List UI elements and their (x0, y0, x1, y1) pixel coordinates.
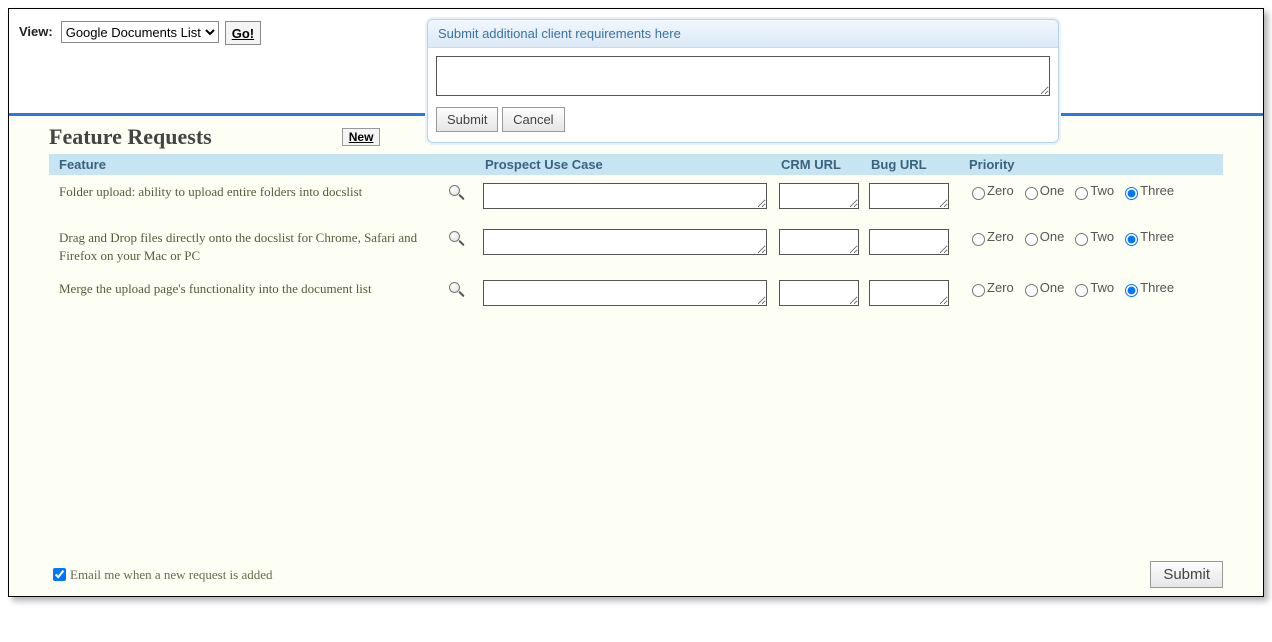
priority-option[interactable]: Three (1120, 229, 1174, 244)
crm-url-input[interactable] (779, 183, 859, 209)
bug-url-input[interactable] (869, 183, 949, 209)
priority-radio[interactable] (1025, 284, 1038, 297)
col-header-bug: Bug URL (871, 157, 969, 172)
priority-radio[interactable] (972, 187, 985, 200)
priority-radio[interactable] (1075, 233, 1088, 246)
priority-group: Zero One Two Three (967, 280, 1223, 297)
prospect-input[interactable] (483, 229, 767, 255)
magnify-cell (449, 229, 483, 251)
table-row: Merge the upload page's functionality in… (49, 272, 1223, 318)
priority-option[interactable]: One (1020, 229, 1065, 244)
col-header-priority: Priority (969, 157, 1223, 172)
go-button[interactable]: Go! (225, 21, 261, 45)
requirements-submit-button[interactable]: Submit (436, 107, 498, 132)
magnify-cell (449, 183, 483, 205)
content-area: Feature Requests New Feature Prospect Us… (9, 116, 1263, 596)
app-frame: View: Google Documents List Go! Submit a… (8, 8, 1264, 597)
priority-radio[interactable] (1125, 233, 1138, 246)
priority-group: Zero One Two Three (967, 229, 1223, 246)
priority-option[interactable]: One (1020, 280, 1065, 295)
priority-radio[interactable] (1025, 187, 1038, 200)
priority-option[interactable]: Zero (967, 183, 1014, 198)
requirements-panel-title: Submit additional client requirements he… (428, 20, 1058, 48)
table-header: Feature Prospect Use Case CRM URL Bug UR… (49, 154, 1223, 175)
priority-radio[interactable] (1125, 284, 1138, 297)
priority-group: Zero One Two Three (967, 183, 1223, 200)
feature-text: Drag and Drop files directly onto the do… (49, 229, 449, 264)
requirements-panel-body: Submit Cancel (428, 48, 1058, 142)
priority-option[interactable]: Two (1070, 280, 1114, 295)
table-row: Folder upload: ability to upload entire … (49, 175, 1223, 221)
magnify-icon[interactable] (449, 185, 465, 201)
prospect-input[interactable] (483, 280, 767, 306)
magnify-icon[interactable] (449, 282, 465, 298)
priority-radio[interactable] (1025, 233, 1038, 246)
email-checkbox[interactable] (53, 568, 66, 581)
view-select[interactable]: Google Documents List (61, 21, 219, 43)
col-header-prospect: Prospect Use Case (485, 157, 781, 172)
submit-button[interactable]: Submit (1150, 561, 1223, 588)
magnify-icon[interactable] (449, 231, 465, 247)
crm-url-input[interactable] (779, 280, 859, 306)
prospect-input[interactable] (483, 183, 767, 209)
crm-url-input[interactable] (779, 229, 859, 255)
email-label: Email me when a new request is added (70, 567, 273, 583)
priority-radio[interactable] (1075, 284, 1088, 297)
priority-radio[interactable] (972, 284, 985, 297)
priority-option[interactable]: Three (1120, 183, 1174, 198)
feature-text: Folder upload: ability to upload entire … (49, 183, 449, 201)
requirements-cancel-button[interactable]: Cancel (502, 107, 564, 132)
priority-option[interactable]: Two (1070, 229, 1114, 244)
requirements-textarea[interactable] (436, 56, 1050, 96)
feature-text: Merge the upload page's functionality in… (49, 280, 449, 298)
table-row: Drag and Drop files directly onto the do… (49, 221, 1223, 272)
col-header-feature: Feature (49, 157, 485, 172)
priority-option[interactable]: Two (1070, 183, 1114, 198)
page-title: Feature Requests (49, 124, 212, 150)
requirements-panel: Submit additional client requirements he… (427, 19, 1059, 143)
priority-option[interactable]: Zero (967, 229, 1014, 244)
footer-row: Email me when a new request is added Sub… (49, 561, 1223, 588)
priority-option[interactable]: One (1020, 183, 1065, 198)
bug-url-input[interactable] (869, 280, 949, 306)
priority-radio[interactable] (1125, 187, 1138, 200)
bug-url-input[interactable] (869, 229, 949, 255)
view-label: View: (19, 21, 53, 39)
new-button[interactable]: New (342, 128, 381, 146)
priority-radio[interactable] (972, 233, 985, 246)
magnify-cell (449, 280, 483, 302)
priority-option[interactable]: Three (1120, 280, 1174, 295)
priority-radio[interactable] (1075, 187, 1088, 200)
col-header-crm: CRM URL (781, 157, 871, 172)
priority-option[interactable]: Zero (967, 280, 1014, 295)
